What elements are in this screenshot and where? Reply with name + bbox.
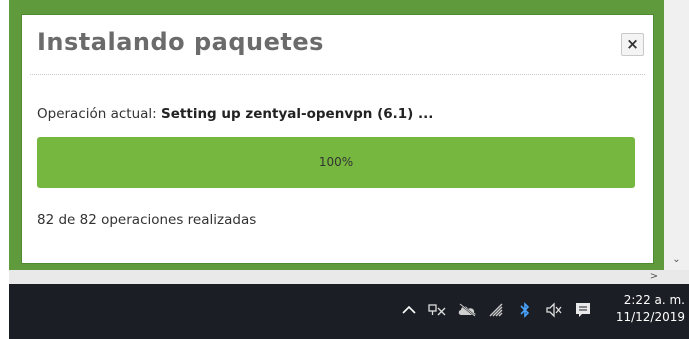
vertical-scrollbar[interactable]: ⌄ <box>664 0 689 270</box>
network-icon[interactable] <box>428 300 448 320</box>
progress-bar: 100% <box>37 137 635 188</box>
current-operation-label: Operación actual: <box>37 106 157 122</box>
notification-icon[interactable] <box>573 300 593 320</box>
scroll-right-arrow-icon[interactable]: > <box>647 270 661 284</box>
horizontal-scrollbar[interactable]: > <box>9 270 689 284</box>
dialog-title: Instalando paquetes <box>37 28 324 56</box>
progress-label: 100% <box>318 155 354 169</box>
title-divider <box>30 74 645 75</box>
current-operation: Operación actual: Setting up zentyal-ope… <box>37 106 433 122</box>
close-button[interactable]: × <box>621 33 644 56</box>
wifi-icon[interactable] <box>486 300 506 320</box>
taskbar: 2:22 a. m. 11/12/2019 <box>9 284 689 339</box>
clock-date: 11/12/2019 <box>615 310 685 324</box>
chevron-up-icon[interactable] <box>399 300 419 320</box>
scroll-down-arrow-icon[interactable]: ⌄ <box>664 252 689 268</box>
onedrive-icon[interactable] <box>457 300 477 320</box>
operations-done-text: 82 de 82 operaciones realizadas <box>37 212 257 228</box>
current-operation-value: Setting up zentyal-openvpn (6.1) ... <box>161 106 434 122</box>
system-tray <box>399 298 593 322</box>
volume-muted-icon[interactable] <box>544 300 564 320</box>
install-packages-dialog: Instalando paquetes × Operación actual: … <box>21 14 654 264</box>
bluetooth-icon[interactable] <box>515 300 535 320</box>
taskbar-clock[interactable]: 2:22 a. m. 11/12/2019 <box>601 292 685 326</box>
clock-time: 2:22 a. m. <box>623 293 685 307</box>
